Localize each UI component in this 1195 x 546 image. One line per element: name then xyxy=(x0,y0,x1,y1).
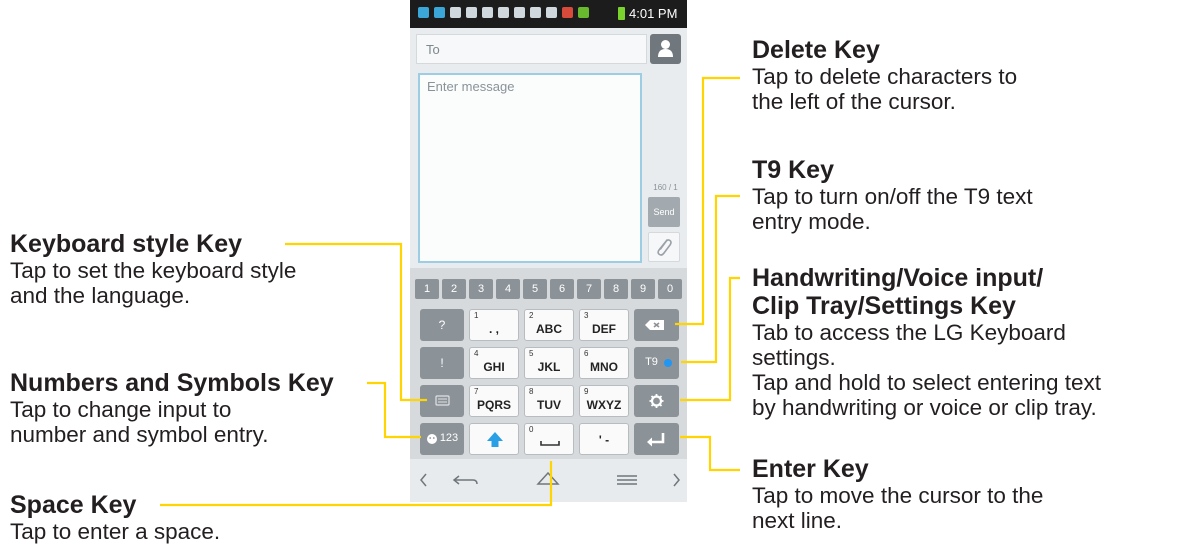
keyboard-style-desc: Tap to set the keyboard style and the la… xyxy=(10,258,297,308)
space-key-desc: Tap to enter a space. xyxy=(10,519,221,544)
number-key-9[interactable]: 9 xyxy=(631,279,655,299)
number-key-1[interactable]: 1 xyxy=(415,279,439,299)
attach-button[interactable] xyxy=(648,232,680,262)
person-icon xyxy=(658,40,673,57)
handwriting-key-title: Handwriting/Voice input/ Clip Tray/Setti… xyxy=(752,264,1044,320)
key-8[interactable]: 8 TUV xyxy=(524,385,574,417)
space-key[interactable]: 0 xyxy=(524,423,574,455)
exclaim-key[interactable]: ! xyxy=(420,347,464,379)
nav-prev-icon xyxy=(420,473,427,487)
handwriting-key-desc: Tab to access the LG Keyboard settings. … xyxy=(752,320,1101,420)
t9-indicator-icon xyxy=(664,359,672,367)
gear-icon xyxy=(649,394,664,408)
number-key-5[interactable]: 5 xyxy=(523,279,547,299)
back-icon xyxy=(452,475,478,485)
contact-button[interactable] xyxy=(650,34,681,64)
keyboard-style-key[interactable] xyxy=(420,385,464,417)
usb-icon xyxy=(466,7,477,18)
keyboard-icon xyxy=(435,395,450,406)
android-debug-icon xyxy=(482,7,493,18)
char-counter: 160 / 1 xyxy=(653,183,678,192)
number-row: 1 2 3 4 5 6 7 8 9 0 xyxy=(415,279,682,299)
nfc-icon xyxy=(498,7,509,18)
keyboard: 1 2 3 4 5 6 7 8 9 0 ? 1 . , 2 ABC 3 DEF xyxy=(410,268,687,459)
key-7[interactable]: 7 PQRS xyxy=(469,385,519,417)
delete-key-title: Delete Key xyxy=(752,36,880,64)
keyboard-style-annotation: Keyboard style Key Tap to set the keyboa… xyxy=(10,230,296,308)
handwriting-key-annotation: Handwriting/Voice input/ Clip Tray/Setti… xyxy=(752,264,1101,420)
key-9[interactable]: 9 WXYZ xyxy=(579,385,629,417)
shift-arrow-icon xyxy=(487,432,503,447)
space-key-annotation: Space Key Tap to enter a space. xyxy=(10,491,220,544)
enter-key-annotation: Enter Key Tap to move the cursor to the … xyxy=(752,455,1043,533)
shift-key[interactable] xyxy=(469,423,519,455)
t9-key-annotation: T9 Key Tap to turn on/off the T9 text en… xyxy=(752,156,1033,234)
home-icon xyxy=(536,471,560,485)
paperclip-icon xyxy=(657,239,672,256)
wifi-icon xyxy=(546,7,557,18)
status-bar: 4:01 PM xyxy=(410,0,687,28)
space-key-title: Space Key xyxy=(10,491,137,519)
t9-key-title: T9 Key xyxy=(752,156,834,184)
number-key-3[interactable]: 3 xyxy=(469,279,493,299)
settings-key[interactable] xyxy=(634,385,679,417)
alarm-icon xyxy=(530,7,541,18)
phone-screen: 4:01 PM To Enter message 160 / 1 Send 1 … xyxy=(410,0,687,502)
key-5[interactable]: 5 JKL xyxy=(524,347,574,379)
status-icons xyxy=(418,7,589,18)
numbers-symbols-title: Numbers and Symbols Key xyxy=(10,369,334,397)
key-3[interactable]: 3 DEF xyxy=(579,309,629,341)
question-key[interactable]: ? xyxy=(420,309,464,341)
message-input[interactable]: Enter message xyxy=(418,73,642,263)
t9-leader xyxy=(681,194,740,364)
enter-arrow-icon xyxy=(647,433,665,447)
enter-key-title: Enter Key xyxy=(752,455,869,483)
key-2[interactable]: 2 ABC xyxy=(524,309,574,341)
backspace-icon xyxy=(645,320,664,330)
send-button[interactable]: Send xyxy=(648,197,680,227)
number-key-6[interactable]: 6 xyxy=(550,279,574,299)
nav-bar-graphics xyxy=(420,471,680,487)
t9-key[interactable]: T9 xyxy=(634,347,679,379)
key-1[interactable]: 1 . , xyxy=(469,309,519,341)
keyboard-style-title: Keyboard style Key xyxy=(10,230,243,258)
enter-leader xyxy=(680,435,740,472)
signal-icon xyxy=(562,7,573,18)
key-6[interactable]: 6 MNO xyxy=(579,347,629,379)
nav-next-icon xyxy=(673,473,680,487)
number-key-7[interactable]: 7 xyxy=(577,279,601,299)
enter-key-desc: Tap to move the cursor to the next line. xyxy=(752,483,1044,533)
recipient-input[interactable]: To xyxy=(416,34,647,64)
settings-leader xyxy=(680,276,740,402)
picture-icon xyxy=(450,7,461,18)
delete-key[interactable] xyxy=(634,309,679,341)
status-time: 4:01 PM xyxy=(629,6,678,21)
punctuation-key[interactable]: ' - xyxy=(579,423,629,455)
menu-icon xyxy=(617,475,637,485)
nav-bar xyxy=(410,459,687,502)
numbers-symbols-desc: Tap to change input to number and symbol… xyxy=(10,397,269,447)
sd-card-icon xyxy=(514,7,525,18)
message-icon xyxy=(418,7,429,18)
t9-key-desc: Tap to turn on/off the T9 text entry mod… xyxy=(752,184,1033,234)
number-key-4[interactable]: 4 xyxy=(496,279,520,299)
numbers-symbols-annotation: Numbers and Symbols Key Tap to change in… xyxy=(10,369,334,447)
network-icon xyxy=(578,7,589,18)
battery-icon xyxy=(618,7,625,20)
enter-key[interactable] xyxy=(634,423,679,455)
number-key-8[interactable]: 8 xyxy=(604,279,628,299)
number-key-2[interactable]: 2 xyxy=(442,279,466,299)
notification-icon xyxy=(434,7,445,18)
delete-key-annotation: Delete Key Tap to delete characters to t… xyxy=(752,36,1017,114)
delete-key-desc: Tap to delete characters to the left of … xyxy=(752,64,1018,114)
key-4[interactable]: 4 GHI xyxy=(469,347,519,379)
numbers-symbols-key[interactable]: 123 xyxy=(420,423,464,455)
number-key-0[interactable]: 0 xyxy=(658,279,682,299)
